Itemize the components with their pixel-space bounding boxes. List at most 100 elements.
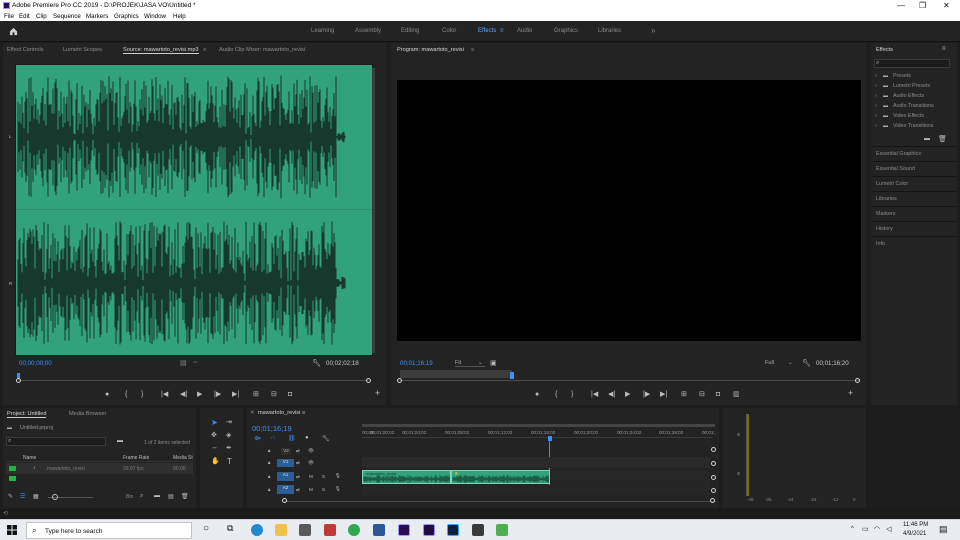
track-label-a2[interactable]: A2 [277, 485, 294, 494]
source-timecode[interactable]: 00;00;00;00 [19, 360, 52, 367]
tab-lumetri-scopes[interactable]: Lumetri Scopes [63, 47, 102, 53]
menu-markers[interactable]: Markers [86, 13, 108, 20]
meter-solo-label[interactable]: S [737, 471, 740, 476]
linked-selection-icon[interactable]: ⛓ [288, 435, 296, 442]
section-info[interactable]: Info [871, 236, 957, 250]
program-monitor-display[interactable] [397, 80, 861, 341]
menu-graphics[interactable]: Graphics [114, 13, 139, 20]
column-media-start[interactable]: Media St [173, 455, 193, 461]
razor-tool-icon[interactable]: ◈ [226, 431, 231, 439]
section-libraries[interactable]: Libraries [871, 191, 957, 205]
maximize-button[interactable]: ❐ [919, 1, 926, 10]
list-view-icon[interactable]: ☰ [20, 493, 25, 500]
menu-clip[interactable]: Clip [36, 13, 47, 20]
mute-button[interactable]: M [309, 487, 313, 492]
menu-edit[interactable]: Edit [19, 13, 30, 20]
source-scrub-bar[interactable] [18, 380, 369, 381]
new-bin-icon[interactable]: ▬ [924, 136, 930, 142]
track-lane-v1[interactable] [362, 457, 710, 468]
safe-margins-icon[interactable]: ▣ [490, 359, 497, 367]
effects-search-input[interactable]: ⌕ [874, 59, 950, 68]
eye-icon[interactable]: 👁︎ [308, 460, 314, 466]
file-explorer-icon[interactable] [275, 524, 287, 536]
program-wrench-icon[interactable]: 🔧︎ [802, 359, 811, 367]
edge-icon[interactable] [251, 524, 263, 536]
workspace-editing[interactable]: Editing [401, 28, 419, 34]
timeline-hscroll-right[interactable] [710, 498, 715, 503]
track-select-tool-icon[interactable]: ⇥ [226, 418, 232, 426]
sequence-tab[interactable]: mawartoto_revisi [258, 410, 300, 416]
photoshop-icon[interactable] [447, 524, 459, 536]
project-trash-icon[interactable]: 🗑︎ [181, 493, 189, 500]
source-settings-icon[interactable]: ▤ [180, 359, 187, 367]
taskbar-time[interactable]: 11:46 PM [903, 522, 928, 528]
export-frame-icon[interactable]: ◘ [288, 391, 292, 398]
volume-icon[interactable]: ◁ [886, 525, 891, 533]
program-menu-icon[interactable]: ≡ [471, 47, 474, 53]
menu-help[interactable]: Help [173, 13, 186, 20]
find-icon[interactable]: ⌕ [140, 493, 143, 500]
go-to-out-icon[interactable]: ▶| [232, 391, 239, 398]
zoom-slider-handle[interactable] [52, 494, 58, 500]
program-play-icon[interactable]: ▶ [625, 391, 630, 398]
sync-lock-icon[interactable]: ⇄ [296, 460, 300, 466]
meter-solo-label[interactable]: S [737, 432, 740, 437]
section-essential-sound[interactable]: Essential Sound [871, 161, 957, 175]
program-playhead[interactable] [510, 372, 514, 379]
new-bin-button-icon[interactable]: ▬ [154, 493, 160, 499]
tab-source[interactable]: Source: mawartoto_revisi.mp3 [123, 47, 199, 54]
add-marker-icon[interactable]: ● [105, 391, 109, 398]
column-frame-rate[interactable]: Frame Rate [123, 455, 149, 461]
effects-item-presets[interactable]: Presets [893, 73, 911, 79]
program-step-forward-icon[interactable]: |▶ [643, 391, 650, 398]
pen-tool-icon[interactable]: ✒ [226, 444, 232, 452]
program-add-button-icon[interactable]: + [848, 389, 853, 398]
mark-in-icon[interactable]: { [125, 391, 127, 398]
tab-effect-controls[interactable]: Effect Controls [7, 47, 44, 53]
source-vertical-scrollbar[interactable] [372, 68, 375, 353]
source-waveform[interactable] [15, 64, 374, 356]
chrome-icon[interactable] [348, 524, 360, 536]
step-back-icon[interactable]: ◀| [180, 391, 187, 398]
program-export-frame-icon[interactable]: ◘ [716, 391, 720, 398]
program-mark-out-icon[interactable]: } [571, 391, 573, 398]
lock-icon[interactable]: 🔒︎ [268, 460, 270, 465]
timeline-vscroll-handle-a[interactable] [711, 475, 716, 480]
taskbar-date[interactable]: 4/9/2021 [903, 531, 926, 537]
go-to-in-icon[interactable]: |◀ [161, 391, 168, 398]
new-search-bin-icon[interactable]: ▬ [117, 438, 123, 444]
program-zoom-handle-left[interactable] [397, 378, 402, 383]
timeline-vscroll-handle-top[interactable] [711, 447, 716, 452]
timeline-ruler[interactable]: 00;00 00;01;00;02 00;01;04;02 00;01;08;0… [362, 424, 715, 438]
timeline-timecode[interactable]: 00;01;16;19 [252, 424, 292, 433]
section-history[interactable]: History [871, 221, 957, 235]
timeline-vscroll-handle-mid[interactable] [711, 461, 716, 466]
timeline-settings-icon[interactable]: 🔧︎ [322, 435, 330, 442]
timeline-vscroll-handle-bottom[interactable] [711, 488, 716, 493]
track-label-v2[interactable]: V2 [281, 448, 291, 455]
notifications-icon[interactable]: ▤ [939, 524, 948, 535]
program-work-area[interactable] [400, 370, 512, 378]
effects-item-video-transitions[interactable]: Video Transitions [893, 123, 934, 129]
chevron-right-icon[interactable]: › [875, 113, 877, 119]
timeline-hscroll-left[interactable] [282, 498, 287, 503]
step-forward-icon[interactable]: |▶ [214, 391, 221, 398]
effects-item-lumetri-presets[interactable]: Lumetri Presets [893, 83, 930, 89]
lock-icon[interactable]: 🔒︎ [268, 487, 270, 492]
home-icon[interactable] [9, 27, 18, 36]
cortana-icon[interactable]: ○ [203, 523, 209, 534]
audio-clip-a1-part1[interactable]: mawartoto_revisi [362, 470, 451, 484]
premiere-pro-icon[interactable] [398, 524, 410, 536]
program-add-marker-icon[interactable]: ● [535, 391, 539, 398]
program-mark-in-icon[interactable]: { [555, 391, 557, 398]
chevron-right-icon[interactable]: › [875, 83, 877, 89]
menu-file[interactable]: File [4, 13, 14, 20]
ripple-edit-tool-icon[interactable]: ✥ [211, 431, 217, 439]
project-search-input[interactable]: ⌕ [6, 437, 106, 446]
track-label-a1[interactable]: A1 [277, 472, 294, 481]
tab-media-browser[interactable]: Media Browser [69, 411, 106, 417]
solo-button[interactable]: S [322, 487, 325, 492]
app-icon-2[interactable] [496, 524, 508, 536]
comparison-view-icon[interactable]: ▥ [733, 391, 740, 398]
new-item-icon[interactable]: ▤ [168, 493, 174, 500]
